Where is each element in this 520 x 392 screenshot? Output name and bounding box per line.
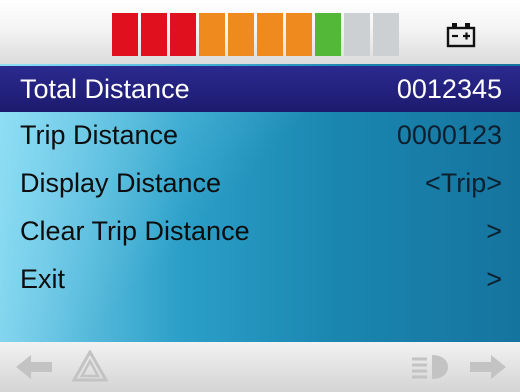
battery-segment <box>199 13 225 56</box>
menu-item-label: Clear Trip Distance <box>20 215 250 246</box>
menu-item-label: Total Distance <box>20 73 190 104</box>
menu-item-total-distance[interactable]: Total Distance 0012345 <box>0 66 520 112</box>
battery-segment <box>344 13 370 56</box>
menu-item-label: Exit <box>20 263 66 294</box>
battery-segment <box>228 13 254 56</box>
arrow-right-icon[interactable] <box>468 352 508 382</box>
arrow-left-icon[interactable] <box>14 352 54 382</box>
menu-item-value: <Trip> <box>424 167 502 198</box>
headlight-icon[interactable] <box>410 352 450 382</box>
menu-item-exit[interactable]: Exit > <box>0 256 520 302</box>
battery-level-bar <box>112 13 402 56</box>
menu-item-value: 0012345 <box>396 73 502 104</box>
battery-segment <box>257 13 283 56</box>
battery-segment <box>141 13 167 56</box>
menu-item-label: Trip Distance <box>20 119 179 150</box>
bottom-bar <box>0 342 520 392</box>
battery-segment <box>170 13 196 56</box>
menu-item-display-distance[interactable]: Display Distance <Trip> <box>0 160 520 206</box>
battery-segment <box>315 13 341 56</box>
status-bar <box>0 0 520 64</box>
hazard-warning-icon[interactable] <box>72 350 108 382</box>
menu-item-value: 0000123 <box>396 119 502 150</box>
menu-item-value: > <box>486 263 502 294</box>
battery-icon <box>446 23 476 48</box>
menu-screen: Total Distance 0012345 Trip Distance 000… <box>0 64 520 342</box>
menu-item-clear-trip-distance[interactable]: Clear Trip Distance > <box>0 208 520 254</box>
menu-item-trip-distance[interactable]: Trip Distance 0000123 <box>0 112 520 158</box>
battery-segment <box>286 13 312 56</box>
menu-item-value: > <box>486 215 502 246</box>
battery-segment <box>112 13 138 56</box>
battery-segment <box>373 13 399 56</box>
menu-item-label: Display Distance <box>20 167 222 198</box>
